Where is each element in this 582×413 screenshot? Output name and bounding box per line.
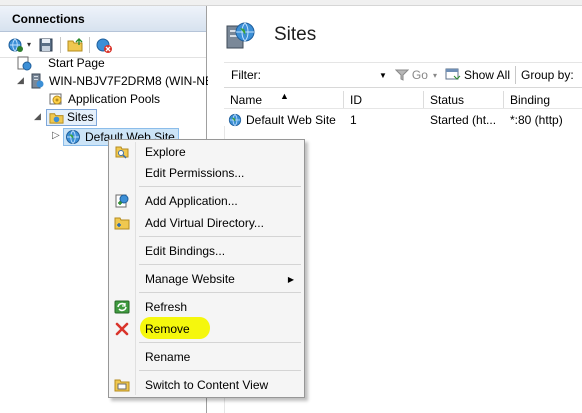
- explore-icon: [115, 146, 129, 159]
- menu-label-explore: Explore: [145, 145, 186, 159]
- content-view-icon: [114, 379, 130, 392]
- connections-header: Connections: [0, 6, 206, 32]
- sites-header-icon: [224, 20, 256, 55]
- sites-folder-icon: [49, 112, 64, 124]
- tree-label-start-page: Start Page: [48, 56, 105, 70]
- menu-item-add-application[interactable]: Add Application...: [111, 190, 302, 212]
- cell-name: Default Web Site: [224, 110, 344, 130]
- collapse-server-icon[interactable]: ◢: [17, 75, 24, 86]
- menu-label-rename: Rename: [145, 350, 191, 364]
- remove-icon: [115, 322, 129, 336]
- add-application-icon: [115, 194, 129, 208]
- menu-label-manage-website: Manage Website: [145, 272, 235, 286]
- menu-item-refresh[interactable]: Refresh: [111, 296, 302, 318]
- column-header-id[interactable]: ID: [344, 91, 424, 108]
- connect-dropdown-icon[interactable]: ▾: [27, 40, 35, 49]
- go-label: Go: [411, 68, 428, 82]
- go-dropdown-icon[interactable]: ▾: [433, 71, 437, 80]
- tree-item-sites[interactable]: Sites: [46, 108, 97, 126]
- cell-name-text: Default Web Site: [246, 113, 336, 127]
- menu-item-add-virtual-directory[interactable]: Add Virtual Directory...: [111, 212, 302, 234]
- menu-label-edit-permissions: Edit Permissions...: [145, 166, 245, 180]
- table-row[interactable]: Default Web Site 1 Started (ht... *:80 (…: [224, 110, 582, 130]
- menu-separator: [139, 186, 301, 187]
- sites-grid-header: Name ▲ ID Status Binding: [224, 91, 582, 109]
- filter-bar: Filter: ▼ Go ▾ Show All Group by:: [224, 62, 582, 88]
- tree-label-server: WIN-NBJV7F2DRM8 (WIN-NB: [49, 74, 213, 88]
- menu-label-edit-bindings: Edit Bindings...: [145, 244, 226, 258]
- submenu-arrow-icon: ▶: [287, 274, 294, 284]
- menu-separator: [139, 292, 301, 293]
- group-by-label[interactable]: Group by:: [521, 68, 574, 82]
- show-all-icon: [445, 68, 461, 80]
- menu-item-rename[interactable]: Rename: [111, 346, 302, 368]
- filter-dropdown-icon[interactable]: ▼: [379, 71, 387, 80]
- tree-label-application-pools: Application Pools: [68, 92, 161, 106]
- save-icon[interactable]: [37, 36, 55, 54]
- menu-separator: [139, 370, 301, 371]
- refresh-icon: [114, 300, 130, 314]
- column-id-label: ID: [350, 93, 362, 107]
- sites-selection-box: Sites: [46, 108, 97, 126]
- add-virtual-directory-icon: [114, 217, 130, 230]
- filter-input[interactable]: Filter:: [231, 68, 379, 82]
- menu-item-switch-content-view[interactable]: Switch to Content View: [111, 374, 302, 396]
- menu-label-add-application: Add Application...: [145, 194, 238, 208]
- show-all-button[interactable]: Show All: [445, 68, 510, 82]
- menu-label-switch-content-view: Switch to Content View: [145, 378, 269, 392]
- tree-item-application-pools[interactable]: Application Pools: [48, 90, 160, 108]
- toolbar-separator: [89, 36, 90, 53]
- cell-status: Started (ht...: [430, 113, 497, 127]
- menu-item-remove[interactable]: Remove: [111, 317, 302, 340]
- menu-separator: [139, 264, 301, 265]
- disconnect-icon[interactable]: [95, 36, 113, 54]
- cell-id: 1: [350, 113, 357, 127]
- website-globe-icon: [66, 130, 80, 144]
- start-page-icon: [17, 56, 32, 71]
- column-binding-label: Binding: [510, 93, 551, 107]
- menu-item-manage-website[interactable]: Manage Website ▶: [111, 268, 302, 290]
- server-icon: [31, 73, 44, 89]
- context-menu: Explore Edit Permissions... Add Applicat…: [108, 139, 305, 398]
- collapse-sites-icon[interactable]: ◢: [34, 111, 41, 122]
- cell-binding: *:80 (http): [510, 113, 563, 127]
- column-header-status[interactable]: Status: [424, 91, 504, 108]
- column-header-name[interactable]: Name ▲: [224, 91, 344, 108]
- menu-item-edit-bindings[interactable]: Edit Bindings...: [111, 240, 302, 262]
- application-pools-icon: [49, 93, 62, 105]
- page-title: Sites: [274, 24, 317, 45]
- menu-separator: [139, 236, 301, 237]
- tree-label-sites: Sites: [67, 110, 94, 124]
- column-name-label: Name: [230, 93, 263, 107]
- connect-globe-icon[interactable]: [7, 36, 25, 54]
- sort-ascending-icon: ▲: [280, 91, 289, 101]
- expand-default-site-icon[interactable]: ▷: [52, 130, 60, 141]
- menu-label-refresh: Refresh: [145, 300, 188, 314]
- tree-item-start-page[interactable]: Start Page: [16, 54, 105, 72]
- menu-item-explore[interactable]: Explore: [111, 141, 302, 163]
- funnel-icon: [394, 69, 409, 81]
- menu-separator: [139, 342, 301, 343]
- column-header-binding[interactable]: Binding: [504, 91, 582, 108]
- toolbar-separator: [60, 36, 61, 53]
- column-status-label: Status: [430, 93, 465, 107]
- menu-label-add-virtual-directory: Add Virtual Directory...: [145, 216, 264, 230]
- menu-label-remove: Remove: [145, 322, 190, 336]
- website-globe-icon: [228, 113, 242, 127]
- tree-item-server[interactable]: WIN-NBJV7F2DRM8 (WIN-NB: [29, 72, 213, 90]
- show-all-label: Show All: [463, 68, 510, 82]
- menu-item-edit-permissions[interactable]: Edit Permissions...: [111, 162, 302, 184]
- filter-separator: [514, 66, 516, 84]
- up-folder-icon[interactable]: [66, 36, 84, 54]
- go-button[interactable]: Go ▾: [394, 68, 437, 82]
